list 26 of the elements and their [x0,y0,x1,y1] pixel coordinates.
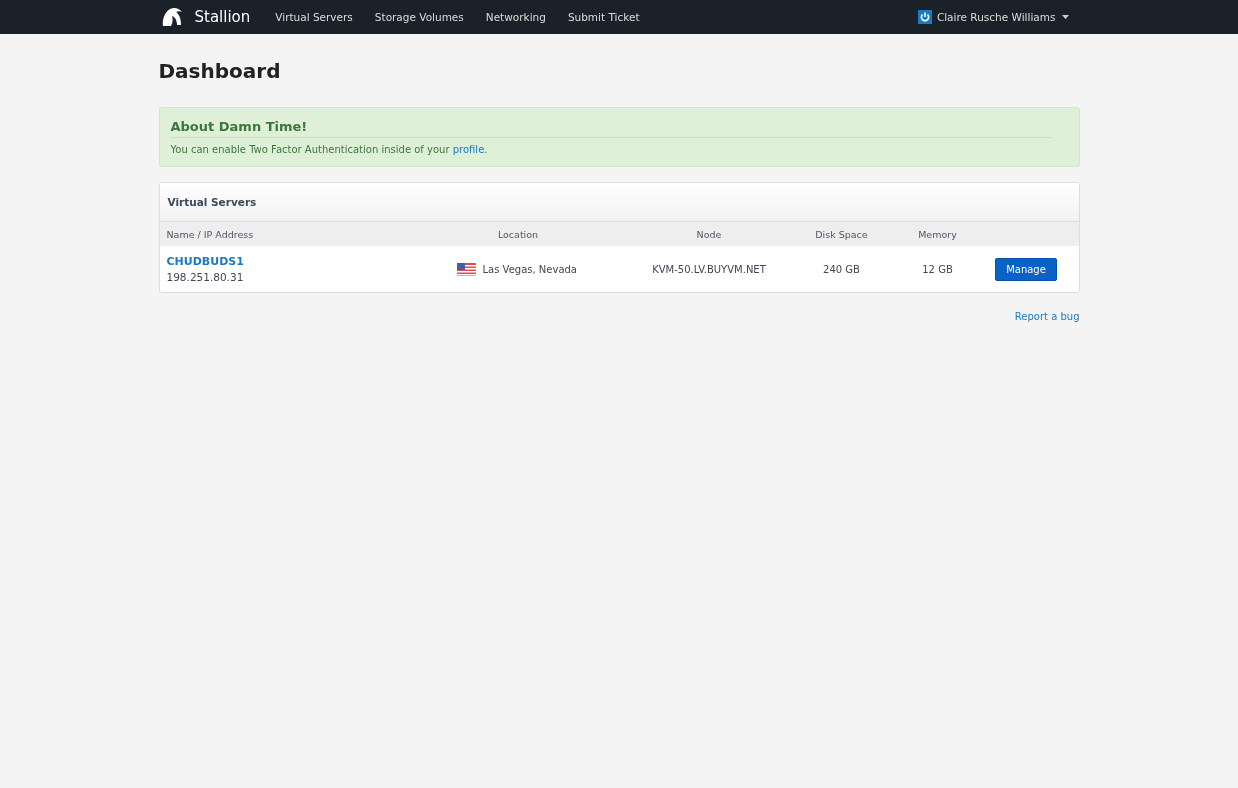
server-name-link[interactable]: CHUDBUDS1 [166,255,244,268]
alert-title: About Damn Time! [170,119,1052,138]
nav-link[interactable]: Networking [485,11,546,23]
location-text: Las Vegas, Nevada [482,263,577,275]
nav-link[interactable]: Storage Volumes [374,11,464,23]
report-bug-link[interactable]: Report a bug [1014,311,1080,322]
node-text: KVM-50.LV.BUYVM.NET [652,263,766,275]
column-header: Memory [901,222,974,246]
column-header: Node [636,222,782,246]
brand-name[interactable]: Stallion [194,8,251,26]
column-header: Disk Space [781,222,902,246]
memory-text: 12 GB [922,263,953,275]
caret-icon [1061,15,1069,19]
manage-button[interactable]: Manage [995,257,1057,281]
disk-space-text: 240 GB [823,263,860,275]
page-title: Dashboard [158,59,282,83]
nav-link[interactable]: Virtual Servers [275,11,353,23]
us-flag-icon [456,262,476,276]
ip-address: 198.251.80.31 [166,271,245,283]
alert-message: You can enable Two Factor Authentication inside of your profile. [170,144,489,155]
nav-link[interactable]: Submit Ticket [567,11,640,23]
power-icon [917,10,932,24]
column-header: Location [399,222,637,246]
panel-title: Virtual Servers [167,196,257,208]
column-header: Name / IP Address [159,222,400,246]
user-menu[interactable]: Claire Rusche Williams [936,11,1056,23]
